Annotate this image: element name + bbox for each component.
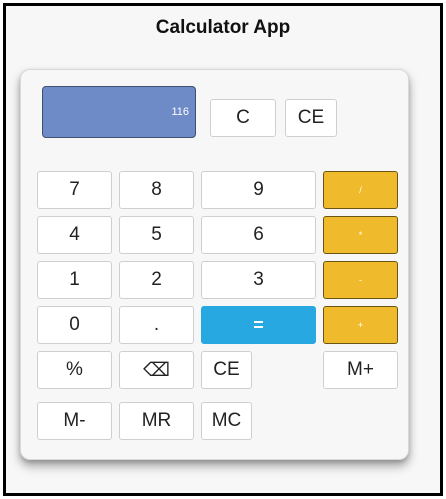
equals-button[interactable]: = [201,306,316,344]
key-9[interactable]: 9 [201,171,316,209]
key-3[interactable]: 3 [201,261,316,299]
multiply-button[interactable]: * [323,216,398,254]
subtract-button[interactable]: - [323,261,398,299]
backspace-button[interactable]: ⌫ [119,351,194,389]
key-5[interactable]: 5 [119,216,194,254]
memory-add-button[interactable]: M+ [323,351,398,389]
key-8[interactable]: 8 [119,171,194,209]
calculator-display: 116 [42,86,196,138]
key-4[interactable]: 4 [37,216,112,254]
key-6[interactable]: 6 [201,216,316,254]
key-2[interactable]: 2 [119,261,194,299]
memory-subtract-button[interactable]: M- [37,402,112,440]
key-1[interactable]: 1 [37,261,112,299]
app-title: Calculator App [155,17,291,38]
memory-recall-button[interactable]: MR [119,402,194,440]
key-7[interactable]: 7 [37,171,112,209]
add-button[interactable]: + [323,306,398,344]
clear-entry-button[interactable]: CE [285,99,337,137]
memory-clear-button[interactable]: MC [201,402,252,440]
percent-button[interactable]: % [37,351,112,389]
backspace-icon: ⌫ [143,359,170,381]
clear-button[interactable]: C [210,99,276,137]
key-0[interactable]: 0 [37,306,112,344]
divide-button[interactable]: / [323,171,398,209]
decimal-button[interactable]: . [119,306,194,344]
clear-entry-button-2[interactable]: CE [201,351,252,389]
